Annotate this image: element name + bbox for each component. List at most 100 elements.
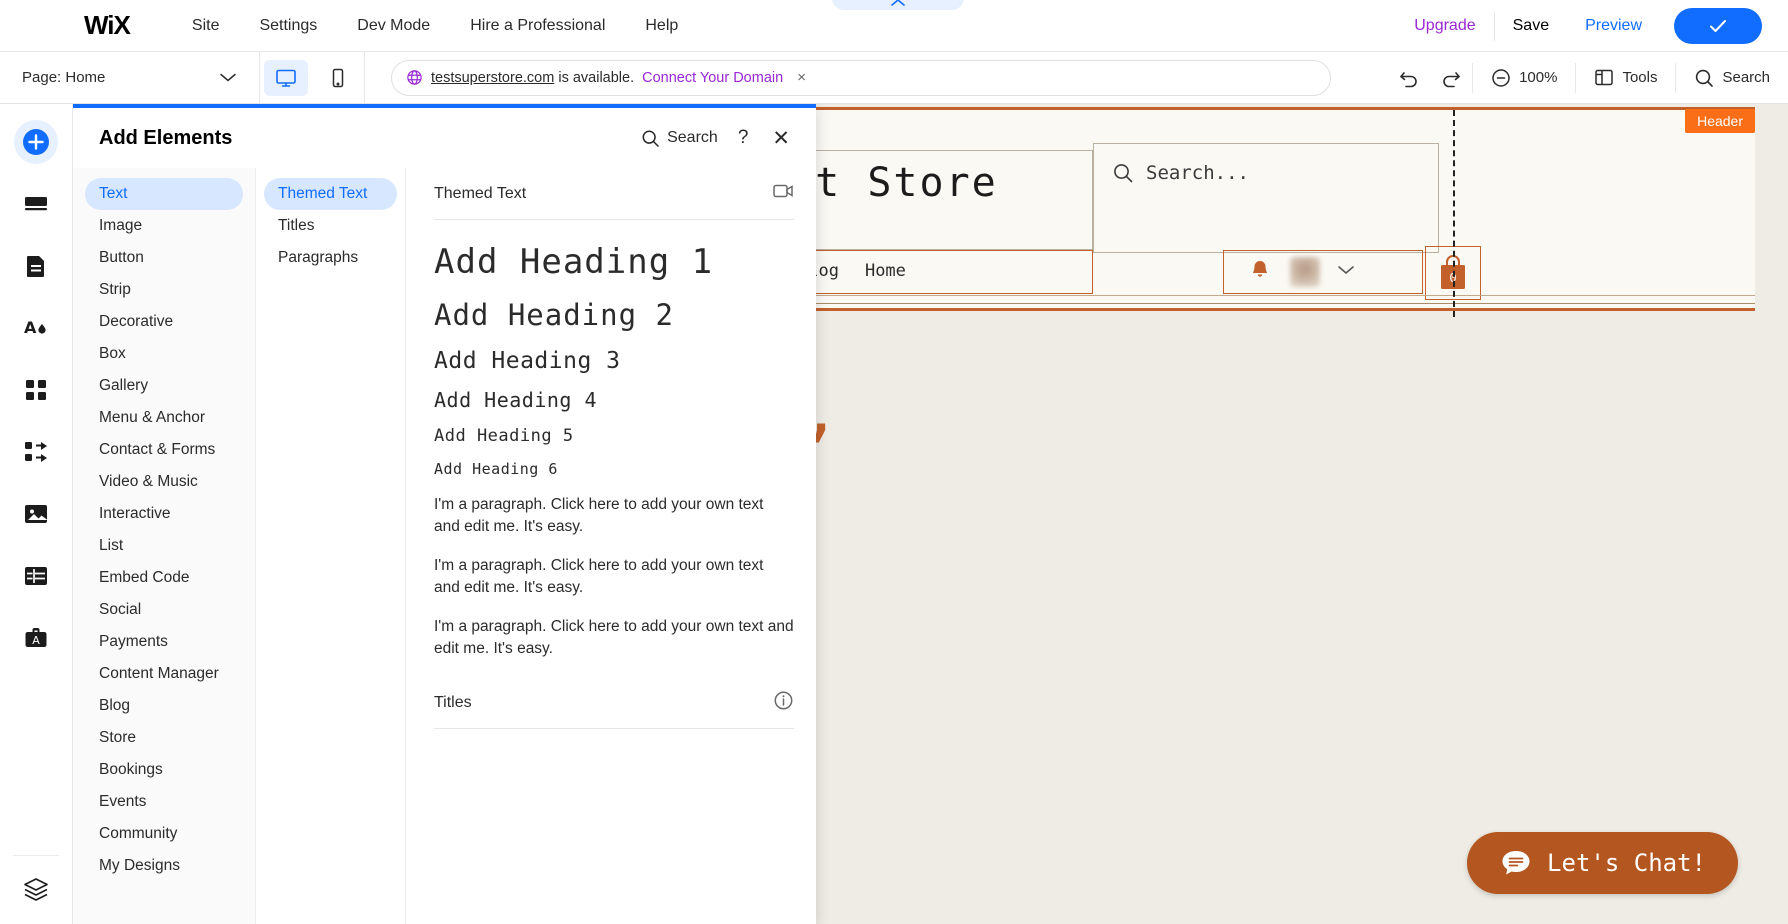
subcategory-item-paragraphs[interactable]: Paragraphs [264,242,397,274]
site-search-box[interactable]: Search... [1093,143,1439,253]
rail-item-site-design[interactable]: A [14,306,58,350]
plus-circle-icon [23,129,49,155]
panel-search-button[interactable]: Search [641,129,718,148]
category-item-image[interactable]: Image [85,210,243,242]
category-item-bookings[interactable]: Bookings [85,754,243,786]
wix-logo[interactable]: WiX [84,10,131,41]
hero-heading[interactable]: Products, t Deals [483,364,1788,551]
site-nav-menu[interactable]: Blog Home [798,261,932,281]
publish-button[interactable] [1674,7,1762,44]
apps-grid-icon [26,380,46,400]
tools-panel-icon [1595,69,1614,86]
category-item-gallery[interactable]: Gallery [85,370,243,402]
close-icon[interactable]: × [797,69,806,86]
add-heading-6[interactable]: Add Heading 6 [434,460,794,478]
menu-hire-a-professional[interactable]: Hire a Professional [450,11,625,41]
svg-text:A: A [32,634,40,647]
paragraph-preset-2[interactable]: I'm a paragraph. Click here to add your … [434,555,782,599]
undo-button[interactable] [1388,52,1430,104]
category-item-text[interactable]: Text [85,178,243,210]
briefcase-a-icon: A [25,628,47,647]
category-list[interactable]: Text Image Button Strip Decorative Box G… [73,168,256,924]
top-right-actions: Upgrade Save Preview [1396,7,1788,44]
chevron-down-icon[interactable] [1336,263,1356,281]
category-item-box[interactable]: Box [85,338,243,370]
category-item-embed-code[interactable]: Embed Code [85,562,243,594]
tools-button[interactable]: Tools [1576,52,1675,104]
category-item-blog[interactable]: Blog [85,690,243,722]
category-item-store[interactable]: Store [85,722,243,754]
subcategory-item-themed-text[interactable]: Themed Text [264,178,397,210]
collapse-toolbar-tab[interactable] [832,0,964,10]
menu-dev-mode[interactable]: Dev Mode [337,11,450,41]
add-heading-4[interactable]: Add Heading 4 [434,388,794,412]
chevron-down-glyph [1338,266,1354,275]
bell-icon[interactable] [1250,259,1270,286]
preview-button[interactable]: Preview [1567,11,1660,41]
category-item-content-manager[interactable]: Content Manager [85,658,243,690]
add-heading-3[interactable]: Add Heading 3 [434,348,794,374]
category-item-list[interactable]: List [85,530,243,562]
close-icon[interactable]: ✕ [768,128,794,149]
paragraph-preset-1[interactable]: I'm a paragraph. Click here to add your … [434,494,764,538]
category-item-strip[interactable]: Strip [85,274,243,306]
rail-item-site-pages[interactable] [14,182,58,226]
add-heading-2[interactable]: Add Heading 2 [434,298,794,332]
lets-chat-button[interactable]: Let's Chat! [1467,832,1738,894]
desktop-icon [276,69,296,87]
search-button[interactable]: Search [1676,52,1788,104]
category-item-payments[interactable]: Payments [85,626,243,658]
category-item-button[interactable]: Button [85,242,243,274]
category-item-events[interactable]: Events [85,786,243,818]
rail-item-apps[interactable] [14,368,58,412]
category-item-community[interactable]: Community [85,818,243,850]
upgrade-button[interactable]: Upgrade [1396,11,1493,41]
subcategory-list[interactable]: Themed Text Titles Paragraphs [256,168,406,924]
menu-settings[interactable]: Settings [239,11,337,41]
viewmode-desktop-button[interactable] [264,59,308,96]
rail-item-add-elements[interactable] [14,120,58,164]
business-nodes-icon [25,442,47,462]
elements-content[interactable]: Themed Text Add Heading 1 Add Heading 2 … [406,168,816,924]
category-item-menu-anchor[interactable]: Menu & Anchor [85,402,243,434]
panel-search-label: Search [667,129,718,146]
domain-name-link[interactable]: testsuperstore.com [431,70,554,86]
domain-notification-bar: testsuperstore.com is available. Connect… [391,59,1331,96]
nav-item-home[interactable]: Home [865,261,906,281]
rail-item-site-menu[interactable] [14,244,58,288]
toolbar-right-actions: 100% Tools Search [1388,52,1788,104]
site-header-section[interactable]: Header est Store Blog Home Search... 0 [653,107,1755,317]
viewmode-switch [260,51,365,104]
category-item-contact-forms[interactable]: Contact & Forms [85,434,243,466]
info-glyph [774,691,793,709]
paragraph-preset-3[interactable]: I'm a paragraph. Click here to add your … [434,616,796,660]
rail-item-my-designs[interactable]: A [14,616,58,660]
category-item-video-music[interactable]: Video & Music [85,466,243,498]
menu-site[interactable]: Site [172,11,240,41]
save-button[interactable]: Save [1495,11,1567,41]
category-item-decorative[interactable]: Decorative [85,306,243,338]
subcategory-item-titles[interactable]: Titles [264,210,397,242]
category-item-social[interactable]: Social [85,594,243,626]
add-heading-1[interactable]: Add Heading 1 [434,242,794,282]
page-selector-label: Page: Home [22,69,105,86]
site-header-icon-bar[interactable] [1223,250,1423,294]
viewmode-mobile-button[interactable] [316,60,360,96]
menu-help[interactable]: Help [625,11,698,41]
search-label: Search [1722,69,1770,86]
redo-button[interactable] [1430,52,1472,104]
connect-your-domain-link[interactable]: Connect Your Domain [642,70,783,86]
video-tutorial-icon[interactable] [772,182,794,205]
add-heading-5[interactable]: Add Heading 5 [434,426,794,446]
help-icon[interactable]: ? [734,127,753,149]
info-icon[interactable] [773,690,794,716]
rail-item-business-tools[interactable] [14,430,58,474]
page-selector[interactable]: Page: Home [0,51,260,104]
avatar[interactable] [1290,257,1320,287]
rail-item-layers[interactable] [13,855,59,902]
rail-item-media[interactable] [14,492,58,536]
zoom-control[interactable]: 100% [1473,52,1575,104]
rail-item-cms[interactable] [14,554,58,598]
category-item-my-designs[interactable]: My Designs [85,850,243,882]
category-item-interactive[interactable]: Interactive [85,498,243,530]
